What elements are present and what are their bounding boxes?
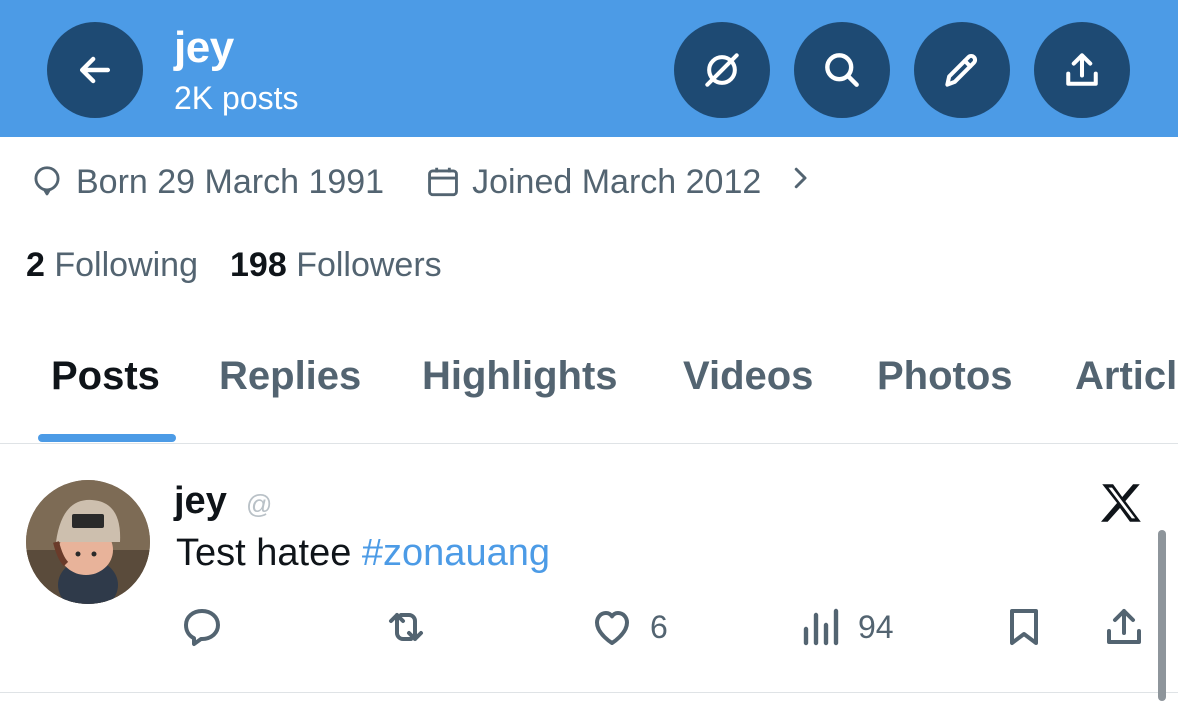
avatar[interactable] xyxy=(26,480,150,604)
header-title: jey xyxy=(174,23,234,72)
views-button[interactable]: 94 xyxy=(796,603,894,651)
back-button[interactable] xyxy=(47,22,143,118)
grok-icon xyxy=(705,53,739,87)
views-count: 94 xyxy=(858,608,894,645)
post-item[interactable]: jey @ Test hatee #zonauang 6 94 xyxy=(0,445,1178,693)
x-logo-icon xyxy=(1101,484,1141,522)
heart-icon xyxy=(595,611,629,645)
like-count: 6 xyxy=(650,608,668,645)
following-count: 2 xyxy=(26,246,45,284)
birth-date: Born 29 March 1991 xyxy=(76,162,385,201)
search-button[interactable] xyxy=(794,22,890,118)
bookmark-icon xyxy=(1010,609,1038,645)
reply-button[interactable] xyxy=(178,603,226,651)
followers-count: 198 xyxy=(230,246,287,284)
profile-header: jey 2K posts xyxy=(0,0,1178,137)
like-button[interactable]: 6 xyxy=(588,603,668,651)
share-icon xyxy=(1107,609,1141,644)
followers-label: Followers xyxy=(296,246,442,284)
following-label: Following xyxy=(54,246,198,284)
joined-info[interactable]: Joined March 2012 xyxy=(424,163,815,202)
post-share-button[interactable] xyxy=(1100,603,1148,651)
search-icon xyxy=(825,53,859,87)
followers-link[interactable]: 198 Followers xyxy=(230,246,442,285)
tab-articles[interactable]: Articles xyxy=(1075,354,1178,399)
analytics-bars-icon xyxy=(803,608,839,646)
joined-date: Joined March 2012 xyxy=(472,162,762,201)
birthday-info: Born 29 March 1991 xyxy=(28,163,384,202)
post-author-name[interactable]: jey xyxy=(174,480,227,523)
reply-bubble-icon xyxy=(184,609,220,646)
repost-icon xyxy=(389,613,423,641)
tab-posts[interactable]: Posts xyxy=(51,354,160,399)
tab-replies[interactable]: Replies xyxy=(219,354,361,399)
post-text: Test hatee #zonauang xyxy=(176,532,550,575)
tab-photos[interactable]: Photos xyxy=(877,354,1013,399)
tab-videos[interactable]: Videos xyxy=(683,354,813,399)
header-post-count: 2K posts xyxy=(174,80,299,116)
balloon-icon xyxy=(34,166,60,196)
repost-button[interactable] xyxy=(382,603,430,651)
active-tab-indicator xyxy=(38,434,176,442)
edit-button[interactable] xyxy=(914,22,1010,118)
tab-highlights[interactable]: Highlights xyxy=(422,354,618,399)
grok-button[interactable] xyxy=(674,22,770,118)
bookmark-button[interactable] xyxy=(1000,603,1048,651)
following-link[interactable]: 2 Following xyxy=(26,246,198,285)
calendar-icon xyxy=(428,167,458,197)
arrow-left-icon xyxy=(79,56,111,84)
share-icon xyxy=(1066,53,1098,86)
post-body: Test hatee xyxy=(176,532,362,574)
profile-meta: Born 29 March 1991 Joined March 2012 xyxy=(28,158,815,206)
post-author-handle-redacted: @ xyxy=(246,489,273,519)
share-button[interactable] xyxy=(1034,22,1130,118)
chevron-right-icon xyxy=(785,163,815,202)
edit-pencil-icon xyxy=(945,54,978,87)
hashtag-link[interactable]: #zonauang xyxy=(362,532,550,574)
follow-counts: 2 Following 198 Followers xyxy=(26,246,442,285)
profile-tabs: Posts Replies Highlights Videos Photos A… xyxy=(0,340,1178,444)
scrollbar[interactable] xyxy=(1158,530,1166,701)
